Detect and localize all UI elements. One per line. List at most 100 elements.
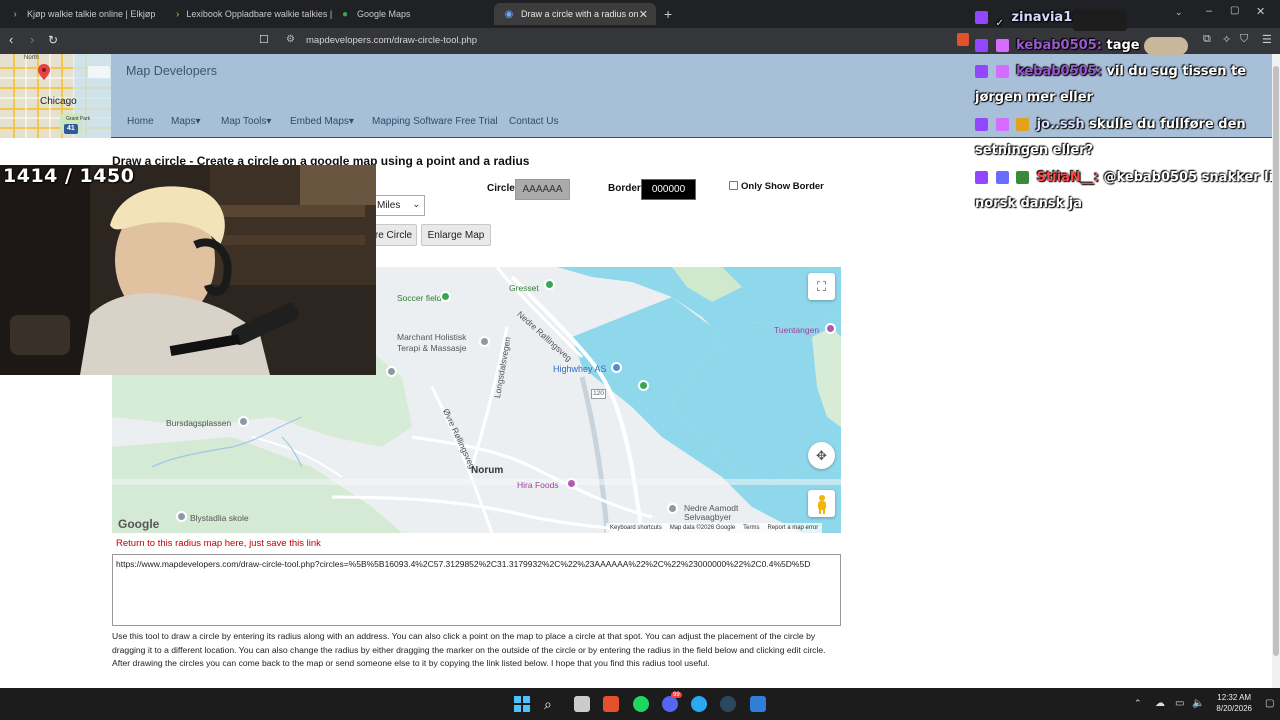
twitch-badge-icon [975,65,988,78]
logo-north-label: North [24,55,39,61]
app-c-icon[interactable] [691,696,707,712]
park-poi-icon[interactable] [544,279,555,290]
food-poi-icon[interactable] [566,478,577,489]
nav-map-tools[interactable]: Map Tools▾ [221,116,271,127]
back-icon[interactable]: ‹ [9,33,13,47]
taskbar-clock[interactable]: 12:32 AM 8/20/2026 [1216,692,1252,714]
scrollbar-thumb[interactable] [1273,66,1279,656]
chat-text: vil du sug tissen te [1106,64,1247,79]
close-window-icon[interactable]: ✕ [1256,5,1265,18]
security-app-icon[interactable] [750,696,766,712]
nav-home[interactable]: Home [127,116,154,127]
url-text: mapdevelopers.com/draw-circle-tool.php [306,35,478,46]
task-view-icon[interactable] [574,696,590,712]
chat-username: StiiaN__: [1036,170,1099,185]
place-poi-icon[interactable] [238,416,249,427]
bookmark-icon[interactable]: ☐ [259,33,269,47]
site-brand[interactable]: Map Developers [126,64,217,78]
chat-username: zinavia1: [1011,10,1078,25]
park-poi-icon[interactable] [440,291,451,302]
vpn-icon[interactable]: ⛉ [1240,33,1248,46]
webcam-overlay [0,165,376,375]
subscriber-badge-icon [995,65,1009,78]
site-info-icon[interactable]: ⚙ [286,34,295,45]
service-poi-icon[interactable] [479,336,490,347]
map-label-bursdagsplassen: Bursdagsplassen [166,418,232,428]
brave-browser-icon[interactable] [603,696,619,712]
report-error-link[interactable]: Report a map error [768,525,819,531]
tab-draw-circle[interactable]: ◉ Draw a circle with a radius on a m ✕ [494,3,656,25]
school-poi-icon[interactable] [176,511,187,522]
attraction-poi-icon[interactable] [825,323,836,334]
menu-icon[interactable]: ☰ [1262,33,1272,46]
new-tab-button[interactable]: + [664,6,672,22]
business-poi-icon[interactable] [611,362,622,373]
brave-shield-icon[interactable] [957,33,969,46]
search-icon[interactable]: ⌕ [544,696,560,712]
border-color-input[interactable]: 000000 [641,179,696,200]
discord-notification-badge: 99 [671,692,682,698]
terms-link[interactable]: Terms [743,525,759,531]
notification-icon[interactable]: ▢ [1265,698,1274,709]
extensions-icon[interactable]: ⧉ [1203,33,1211,46]
unit-select[interactable]: Miles ⌄ [370,195,425,216]
spotify-icon[interactable] [633,696,649,712]
chat-message-continued: setningen eller? [975,143,1094,158]
page-scrollbar[interactable] [1272,54,1280,688]
leo-icon[interactable]: ✧ [1222,33,1231,46]
service-poi-icon[interactable] [386,366,397,377]
reload-icon[interactable]: ↻ [48,33,58,47]
return-link[interactable]: Return to this radius map here, just sav… [116,538,321,549]
enlarge-map-button[interactable]: Enlarge Map [421,224,491,246]
clock-time: 12:32 AM [1217,693,1252,702]
twitch-badge-icon [975,171,988,184]
network-icon[interactable]: ▭ [1175,698,1184,709]
nav-free-trial[interactable]: Mapping Software Free Trial [372,116,498,127]
logo-grant-label: Grant Park [66,116,91,122]
maximize-icon[interactable]: ▢ [1230,5,1239,16]
tab-list-icon[interactable]: ⌄ [1175,7,1183,18]
nav-contact[interactable]: Contact Us [509,116,558,127]
keyboard-shortcuts-link[interactable]: Keyboard shortcuts [610,525,662,531]
map-label-marchant-1: Marchant Holistisk [397,332,467,342]
share-link-text: https://www.mapdevelopers.com/draw-circl… [116,559,811,569]
gift-badge-icon [1016,118,1030,131]
share-link-textarea[interactable]: https://www.mapdevelopers.com/draw-circl… [112,554,841,626]
park-poi-icon[interactable] [638,380,649,391]
draw-circle-button[interactable]: re Circle [370,224,417,246]
map-label-highwhey: Highwhey AS [553,364,607,374]
tray-chevron-icon[interactable]: ⌃ [1134,698,1142,709]
tab-elkjop[interactable]: › Kjøp walkie talkie online | Elkjøp [0,3,168,25]
verified-badge-icon: ✓ [995,18,1004,29]
nav-maps[interactable]: Maps▾ [171,116,200,127]
windows-start-icon[interactable] [514,696,530,712]
irl-badge-icon [1016,171,1030,184]
url-field[interactable]: ⚙ mapdevelopers.com/draw-circle-tool.php [278,31,948,50]
street-view-pegman-icon[interactable] [808,490,835,517]
nav-embed-maps[interactable]: Embed Maps▾ [290,116,354,127]
tab-google-maps[interactable]: ● Google Maps [330,3,490,25]
discord-icon[interactable]: 99 [662,692,682,712]
steam-icon[interactable] [720,696,736,712]
circle-color-input[interactable]: AAAAAA [515,179,570,200]
place-poi-icon[interactable] [667,503,678,514]
forward-icon[interactable]: › [30,33,34,47]
google-logo[interactable]: Google [118,517,159,531]
volume-icon[interactable]: 🔈 [1192,698,1204,709]
map-attribution: Keyboard shortcuts Map data ©2026 Google… [606,523,823,533]
chat-message-continued: norsk dansk ja [975,196,1082,211]
only-border-checkbox[interactable] [729,181,738,190]
map-label-soccer: Soccer field [397,293,442,303]
chevron-icon: › [176,8,180,20]
logo-overlay [88,66,110,78]
tab-lexibook[interactable]: › Lexibook Oppladbare walkie talkies | [166,3,332,25]
tab-title: Lexibook Oppladbare walkie talkies | [186,9,332,19]
close-tab-icon[interactable]: ✕ [639,8,648,21]
map-label-hira: Hira Foods [517,480,559,490]
clock-date: 8/20/2026 [1216,704,1252,713]
chat-username: kebab0505: [1016,64,1102,79]
map-camera-control-icon[interactable]: ✥ [808,442,835,469]
fullscreen-icon[interactable]: ⛶ [808,273,835,300]
minimize-icon[interactable]: – [1206,5,1212,17]
onedrive-icon[interactable]: ☁ [1155,698,1165,709]
